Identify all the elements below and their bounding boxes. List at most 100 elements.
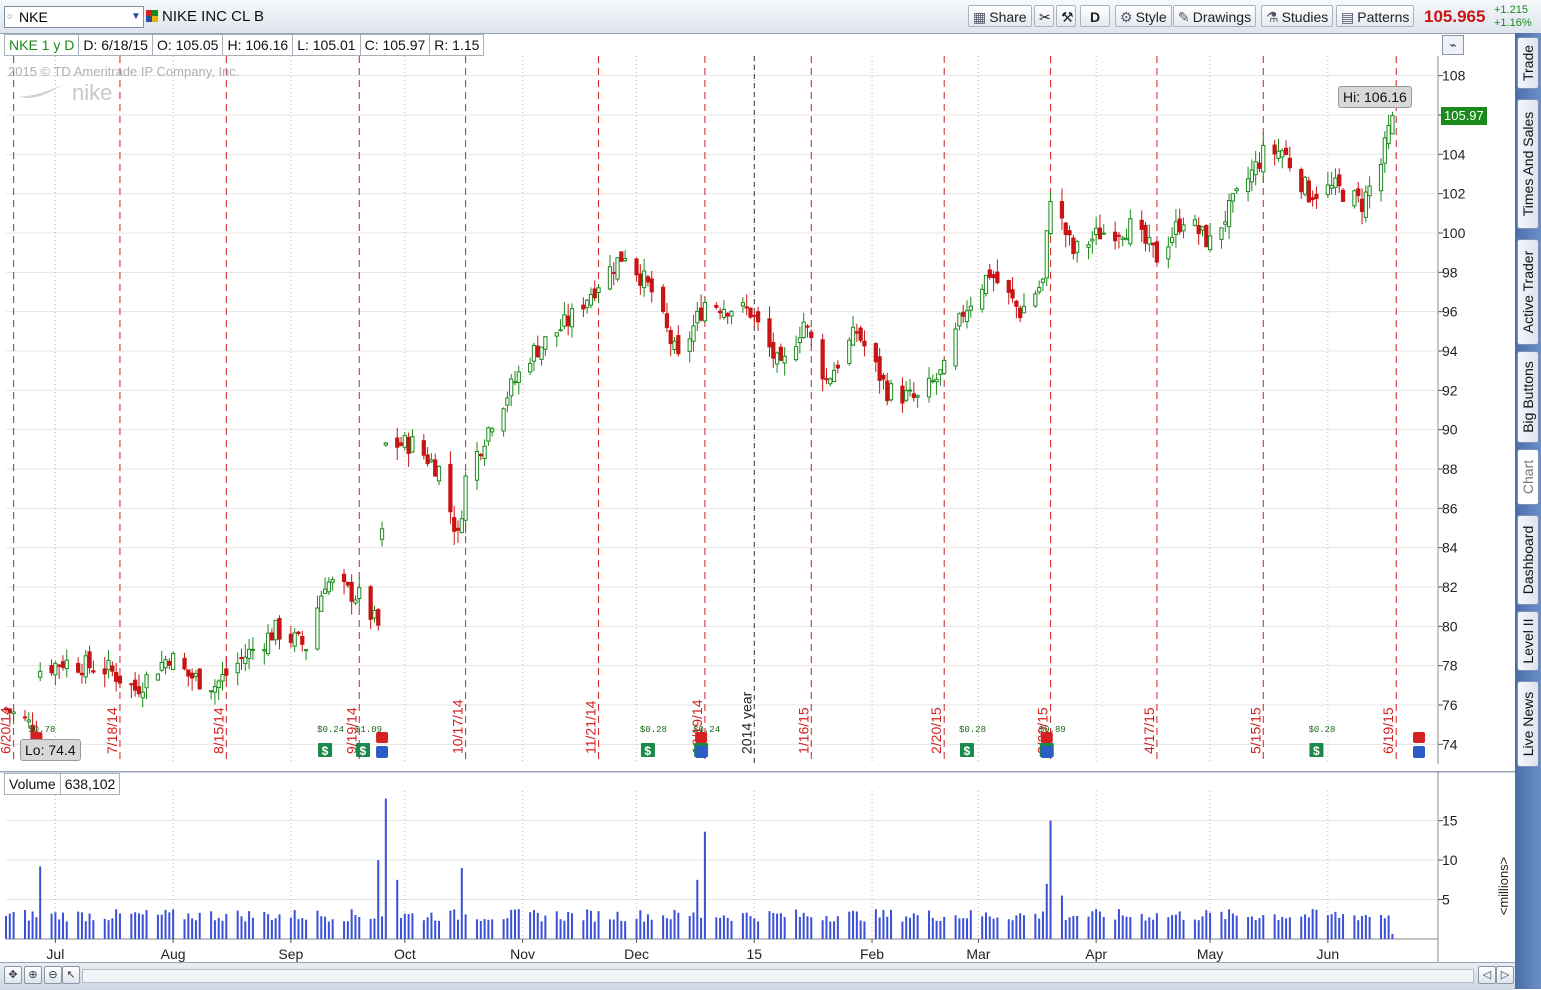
- candle-body: [1192, 219, 1198, 226]
- candle-body: [1314, 193, 1319, 199]
- volume-chart[interactable]: 5 10 15 <millions> Jul Aug Sep Oct Nov Dec 15 Feb Ma…: [0, 771, 1515, 962]
- chart-settings-icon[interactable]: ⌁: [1442, 35, 1464, 55]
- symbol-dropdown-icon[interactable]: ▼: [129, 9, 143, 25]
- volume-bar: [928, 910, 931, 939]
- candle-body: [265, 632, 271, 655]
- y-tick-label: 108: [1442, 68, 1466, 84]
- volume-bar: [1041, 911, 1044, 939]
- candle-body: [771, 341, 776, 359]
- volume-bar: [776, 913, 779, 939]
- tab-active-trader[interactable]: Active Trader: [1517, 239, 1539, 345]
- zoom-in-icon[interactable]: ⊕: [24, 966, 42, 984]
- volume-bar: [1178, 911, 1181, 939]
- volume-bar: [559, 919, 562, 939]
- candle-body: [1245, 178, 1251, 193]
- dividend-amount-label: $0.28: [959, 725, 986, 735]
- candle-body: [987, 269, 992, 278]
- tab-level-ii[interactable]: Level II: [1517, 611, 1539, 671]
- bar-date: D: 6/18/15: [78, 34, 152, 56]
- x-tick-label: Dec: [624, 946, 649, 962]
- volume-bar: [1102, 917, 1105, 939]
- candle-body: [649, 278, 654, 293]
- scroll-right-icon[interactable]: ▷: [1496, 966, 1514, 984]
- volume-bar: [168, 912, 171, 939]
- y-tick-label: 82: [1442, 579, 1458, 595]
- zoom-out-icon[interactable]: ⊖: [44, 966, 62, 984]
- pan-icon[interactable]: ✥: [4, 966, 22, 984]
- candle-body: [1021, 305, 1027, 314]
- candle-body: [847, 339, 852, 365]
- candle-body: [797, 337, 802, 344]
- volume-bar: [1262, 915, 1265, 939]
- volume-label: Volume 638,102: [4, 773, 121, 795]
- candle-body: [87, 651, 92, 669]
- candle-body: [725, 312, 730, 317]
- symbol-input[interactable]: [17, 8, 131, 26]
- volume-bar: [692, 912, 695, 939]
- aggregation-button[interactable]: D: [1080, 5, 1110, 27]
- scissors-button[interactable]: ✂: [1034, 5, 1054, 27]
- candle-body: [129, 683, 134, 686]
- volume-bar: [852, 910, 855, 939]
- candle-body: [246, 648, 252, 659]
- candle-body: [220, 673, 225, 682]
- tab-chart[interactable]: Chart: [1517, 449, 1539, 505]
- tab-times-and-sales[interactable]: Times And Sales: [1517, 99, 1539, 229]
- volume-bar: [84, 921, 87, 939]
- volume-bar: [1064, 919, 1067, 939]
- volume-bar: [80, 912, 83, 939]
- volume-bar: [639, 910, 642, 939]
- studies-button[interactable]: ⚗ Studies: [1261, 5, 1334, 27]
- volume-bar: [909, 917, 912, 939]
- candle-body: [607, 266, 613, 290]
- tab-dashboard[interactable]: Dashboard: [1517, 515, 1539, 605]
- volume-bar: [479, 920, 482, 939]
- patterns-button[interactable]: ▤ Patterns: [1336, 5, 1415, 27]
- candle-body: [831, 369, 837, 383]
- scroll-left-icon[interactable]: ◁: [1478, 966, 1496, 984]
- candle-body: [566, 315, 571, 327]
- price-chart[interactable]: 7476788082848688909294969810010210410610…: [0, 56, 1515, 764]
- candle-body: [1226, 200, 1232, 228]
- candle-body: [554, 332, 559, 337]
- volume-bar: [403, 913, 406, 939]
- candle-body: [1359, 198, 1365, 212]
- tab-trade[interactable]: Trade: [1517, 37, 1539, 89]
- volume-bar: [730, 920, 733, 939]
- volume-bar: [848, 911, 851, 939]
- cursor-icon[interactable]: ↖: [62, 966, 80, 984]
- low-label: Lo: 74.4: [20, 739, 81, 761]
- brand-label: nike: [72, 80, 113, 105]
- candle-body: [1329, 184, 1334, 189]
- drawings-button[interactable]: ✎ Drawings: [1173, 5, 1257, 27]
- volume-bar: [768, 911, 771, 939]
- candle-body: [455, 527, 461, 531]
- candle-body: [1337, 174, 1342, 187]
- candle-body: [961, 311, 966, 317]
- volume-bar: [1174, 914, 1177, 939]
- volume-bar: [555, 911, 558, 939]
- candle-body: [1340, 189, 1346, 202]
- tab-big-buttons[interactable]: Big Buttons: [1517, 351, 1539, 443]
- candle-body: [1196, 225, 1201, 235]
- candle-body: [862, 340, 867, 347]
- volume-bar: [236, 910, 239, 939]
- candle-body: [1378, 164, 1384, 192]
- volume-bar: [194, 920, 197, 939]
- candle-body: [1094, 227, 1099, 236]
- symbol-period[interactable]: NKE 1 y D: [4, 34, 79, 56]
- horizontal-scrollbar[interactable]: [82, 969, 1474, 983]
- volume-bar: [1148, 917, 1151, 939]
- volume-bar: [506, 918, 509, 939]
- x-tick-label: Apr: [1085, 946, 1107, 962]
- volume-bar: [1007, 919, 1010, 939]
- style-button[interactable]: ⚙ Style: [1115, 5, 1172, 27]
- candle-body: [501, 408, 506, 432]
- share-button[interactable]: ▦ Share: [968, 5, 1032, 27]
- tab-live-news[interactable]: Live News: [1517, 681, 1539, 767]
- wrench-button[interactable]: ⚒: [1056, 5, 1076, 27]
- candle-body: [110, 665, 115, 672]
- candle-body: [1124, 237, 1129, 241]
- volume-bar: [783, 917, 786, 939]
- company-name: NIKE INC CL B: [162, 8, 264, 25]
